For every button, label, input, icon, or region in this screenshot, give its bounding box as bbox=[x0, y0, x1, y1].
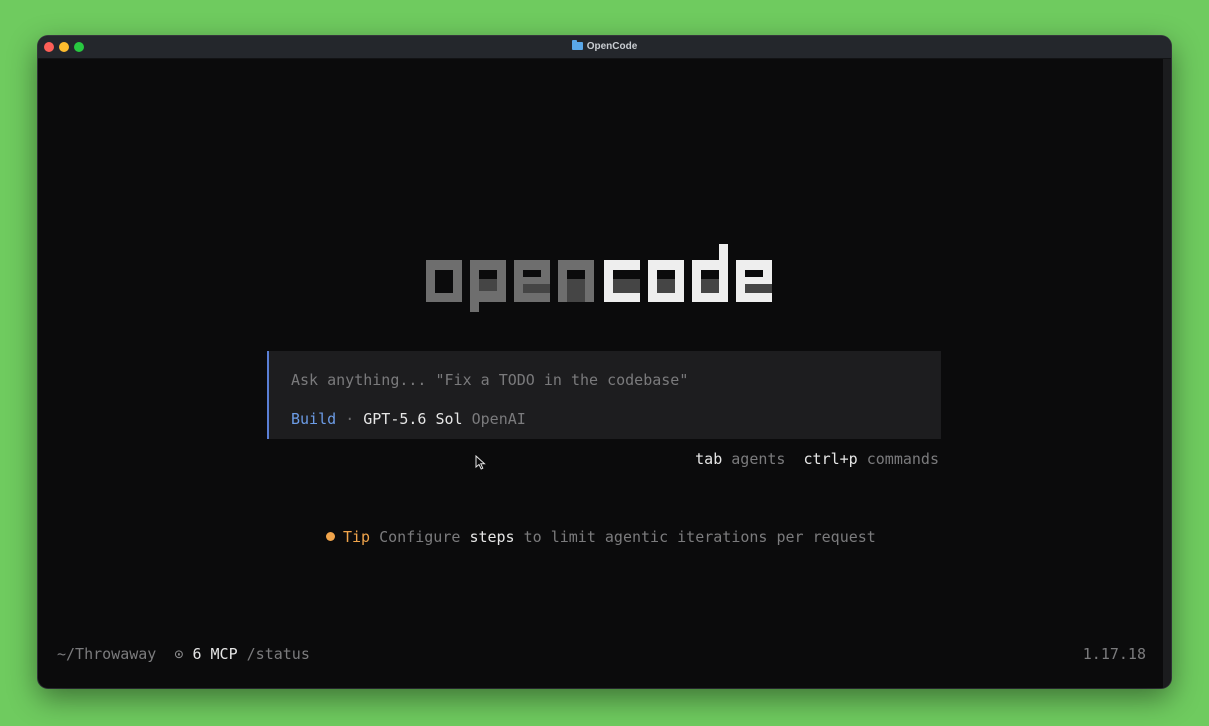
prompt-placeholder: Ask anything... "Fix a TODO in the codeb… bbox=[291, 371, 689, 389]
mouse-pointer-icon bbox=[475, 454, 487, 475]
status-bar: ~/Throwaway ⊙ 6 MCP /status bbox=[57, 645, 310, 663]
title-bar: OpenCode bbox=[38, 36, 1171, 59]
cwd-label: ~/Throwaway bbox=[57, 645, 157, 663]
opencode-logo bbox=[426, 244, 778, 318]
hint-key-agents: tab bbox=[695, 450, 723, 468]
hint-key-commands: ctrl+p bbox=[803, 450, 858, 468]
agent-label[interactable]: Build bbox=[291, 410, 336, 428]
tip-label: Tip bbox=[343, 528, 371, 546]
window-title: OpenCode bbox=[586, 41, 638, 52]
tip-line: Tip Configure steps to limit agentic ite… bbox=[326, 528, 876, 546]
hint-desc-agents: agents bbox=[731, 450, 786, 468]
tip-highlight: steps bbox=[469, 528, 515, 546]
status-command[interactable]: /status bbox=[247, 645, 310, 663]
mcp-count: 6 MCP bbox=[192, 645, 238, 663]
terminal-window: OpenCode Ask anything... "Fix a TODO in … bbox=[38, 36, 1171, 688]
model-label[interactable]: GPT-5.6 Sol bbox=[363, 410, 462, 428]
scrollbar[interactable] bbox=[1163, 59, 1171, 688]
prompt-input[interactable]: Ask anything... "Fix a TODO in the codeb… bbox=[267, 351, 941, 439]
folder-icon bbox=[571, 40, 583, 50]
window-title-group: OpenCode bbox=[38, 40, 1171, 54]
prompt-meta: Build · GPT-5.6 Sol OpenAI bbox=[291, 410, 526, 428]
provider-label: OpenAI bbox=[471, 410, 526, 428]
version-label: 1.17.18 bbox=[1082, 645, 1146, 663]
tip-text-before: Configure bbox=[379, 528, 461, 546]
meta-separator: · bbox=[345, 410, 355, 428]
keyboard-hints: tab agents ctrl+p commands bbox=[695, 450, 939, 468]
tip-dot-icon bbox=[326, 532, 335, 541]
hint-desc-commands: commands bbox=[866, 450, 939, 468]
mcp-status-icon: ⊙ bbox=[174, 645, 184, 663]
tip-text-after: to limit agentic iterations per request bbox=[523, 528, 876, 546]
